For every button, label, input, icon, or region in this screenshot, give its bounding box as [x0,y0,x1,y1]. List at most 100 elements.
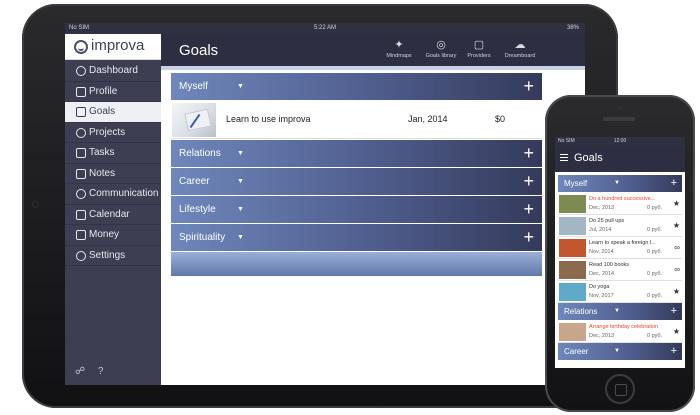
logo-text: improva [91,37,145,54]
main-content: Myself ▼ + Learn to use improva Jan, 2014 $0 R… [161,66,585,385]
add-goal-button[interactable]: + [523,224,534,250]
help-icon[interactable]: ? [98,366,104,377]
cart-icon: ▢ [473,39,485,51]
add-goal-button[interactable]: + [523,196,534,222]
calendar-icon [76,209,86,220]
goals-panel: Myself ▼ + Learn to use improva Jan, 2014 $0 R… [171,73,542,276]
iphone-goal-date: Nov, 2014 [589,249,614,255]
home-button[interactable] [605,374,635,404]
sidebar-item-settings[interactable]: Settings [65,246,161,266]
ipad-camera [32,201,39,208]
chevron-down-icon[interactable]: ▼ [237,73,244,100]
header-action-goals-library[interactable]: ◎ Goals library [421,37,461,65]
iphone-goal-name: Arrange birthday celebration [589,324,659,330]
projects-icon [76,127,86,138]
iphone-goal-date: Jul, 2014 [589,227,612,233]
sidebar-item-profile[interactable]: Profile [65,82,161,102]
goal-group-header[interactable]: Spirituality ▼ + [171,224,542,251]
iphone-goal-name: Read 100 books [589,262,630,268]
iphone-header: Goals [555,146,685,172]
iphone-goal-price: 0 руб. [647,249,663,255]
ipad-status-bar: No SIM 5:22 AM 38% [65,23,585,34]
header-action-dreamboard[interactable]: ☁ Dreamboard [500,37,540,65]
goal-group-name: Career [179,176,210,187]
hamburger-menu-icon[interactable] [560,154,568,161]
goal-status-icon: ★ [672,199,680,208]
goals-panel-footer [171,252,542,276]
goal-group-name: Spirituality [179,232,226,243]
chevron-down-icon[interactable]: ▼ [237,224,244,251]
sidebar-item-tasks[interactable]: Tasks [65,143,161,164]
settings-icon [76,250,86,261]
iphone-camera [617,106,622,111]
iphone-goal-price: 0 руб. [647,271,663,277]
page-header: Goals ✦ Mindmaps ◎ Goals library ▢ Providers ☁… [161,34,585,66]
app-logo: improva [65,34,161,60]
iphone-add-goal-button[interactable]: + [671,175,677,191]
goal-thumbnail [559,195,586,213]
chevron-down-icon[interactable]: ▼ [237,196,244,223]
sidebar-item-label: Calendar [89,208,130,220]
goal-thumbnail [559,323,586,341]
sidebar-item-label: Dashboard [89,65,138,76]
clock: 5:22 AM [313,25,336,31]
battery-level: 38% [566,25,579,31]
header-action-label: Goals library [425,53,457,59]
iphone-goal-row[interactable]: Read 100 books Dec, 2014 0 руб. ∞ [558,259,682,281]
goals-icon [76,107,86,117]
iphone-goal-group-header[interactable]: Relations ▼ + [558,303,682,320]
iphone-goal-row[interactable]: Do 25 pull ups Jul, 2014 0 руб. ★ [558,215,682,237]
iphone-goal-row[interactable]: Arrange birthday celebration Dec, 2013 0 р… [558,321,682,343]
goal-date: Jan, 2014 [408,114,448,124]
smile-logo-icon [74,40,88,54]
iphone-goal-row[interactable]: Learn to speak a foreign l... Nov, 2014 0 … [558,237,682,259]
iphone-speaker [603,117,635,121]
goal-group-header[interactable]: Career ▼ + [171,168,542,195]
iphone-goal-date: Nov, 2017 [589,293,614,299]
header-action-providers[interactable]: ▢ Providers [459,37,499,65]
add-goal-button[interactable]: + [523,140,534,166]
sidebar-item-dashboard[interactable]: Dashboard [65,61,161,82]
goal-group-header[interactable]: Myself ▼ + [171,73,542,100]
sidebar-item-notes[interactable]: Notes [65,164,161,184]
sidebar-item-money[interactable]: Money [65,225,161,246]
sidebar-item-communication[interactable]: Communication [65,184,161,205]
iphone-clock: 12:00 [613,138,627,144]
iphone-goal-row[interactable]: Do a hundred successive... Dec, 2013 0 руб… [558,193,682,215]
iphone-goal-group-header[interactable]: Myself ▼ + [558,175,682,192]
iphone-add-goal-button[interactable]: + [671,303,677,319]
iphone-goal-group-name: Myself [564,179,588,188]
stage: No SIM 5:22 AM 38% improva Dashboard Prof… [0,0,700,415]
sidebar-item-label: Settings [89,249,126,261]
ipad-screen: No SIM 5:22 AM 38% improva Dashboard Prof… [65,23,585,385]
iphone-goal-row[interactable]: Do yoga Nov, 2017 0 руб. ★ [558,281,682,303]
header-action-mindmaps[interactable]: ✦ Mindmaps [379,37,419,65]
goal-status-icon: ★ [672,221,680,230]
iphone-status-bar: No SIM 12:00 [555,137,685,146]
iphone-goal-date: Dec, 2014 [589,271,615,277]
chevron-down-icon[interactable]: ▼ [614,303,620,320]
support-icon[interactable]: ☍ [75,366,85,377]
sidebar-item-goals[interactable]: Goals [65,102,161,123]
chevron-down-icon[interactable]: ▼ [237,168,244,195]
sidebar-item-label: Profile [89,85,118,97]
iphone-page-title: Goals [574,152,603,164]
goal-status-icon: ∞ [674,265,680,274]
goal-group-header[interactable]: Lifestyle ▼ + [171,196,542,223]
dashboard-icon [76,66,86,76]
goal-status-icon: ∞ [674,243,680,252]
add-goal-button[interactable]: + [523,73,534,99]
chevron-down-icon[interactable]: ▼ [237,140,244,167]
iphone-goal-date: Dec, 2013 [589,333,615,339]
chevron-down-icon[interactable]: ▼ [614,175,620,192]
chevron-down-icon[interactable]: ▼ [614,343,620,360]
iphone-add-goal-button[interactable]: + [671,343,677,359]
iphone-goal-group-header[interactable]: Career ▼ + [558,343,682,360]
add-goal-button[interactable]: + [523,168,534,194]
goal-group-header[interactable]: Relations ▼ + [171,140,542,167]
goal-row[interactable]: Learn to use improva Jan, 2014 $0 [171,101,542,139]
sidebar-item-calendar[interactable]: Calendar [65,205,161,225]
header-action-label: Dreamboard [504,53,536,59]
sidebar-item-projects[interactable]: Projects [65,123,161,143]
ipad-device: No SIM 5:22 AM 38% improva Dashboard Prof… [22,4,618,408]
